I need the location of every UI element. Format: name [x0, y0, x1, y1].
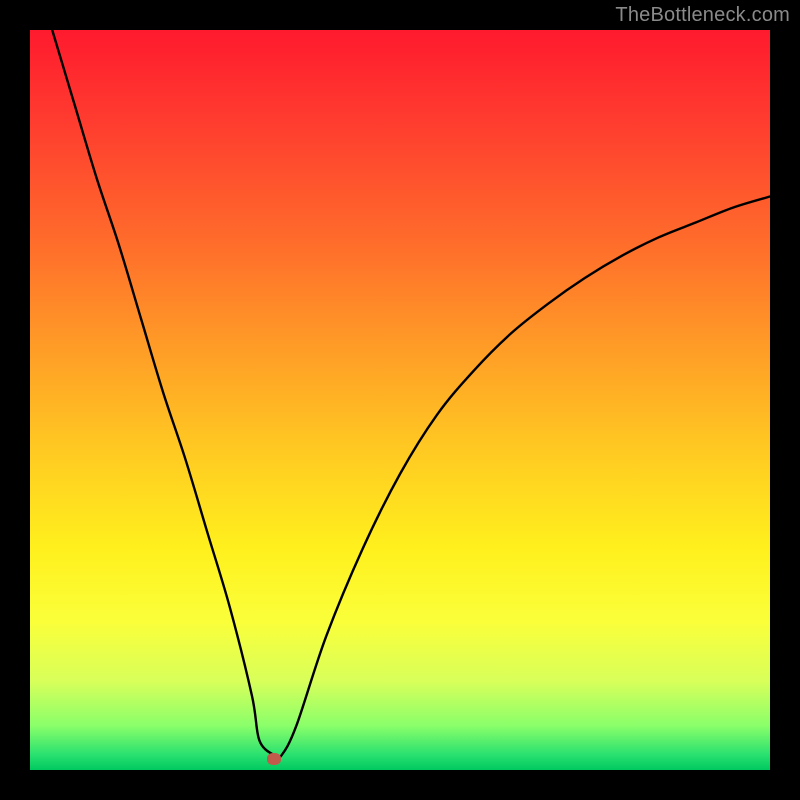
- bottleneck-curve: [30, 30, 770, 770]
- min-point-marker: [267, 753, 281, 765]
- watermark-text: TheBottleneck.com: [615, 4, 790, 27]
- chart-frame: TheBottleneck.com: [0, 0, 800, 800]
- plot-area: [30, 30, 770, 770]
